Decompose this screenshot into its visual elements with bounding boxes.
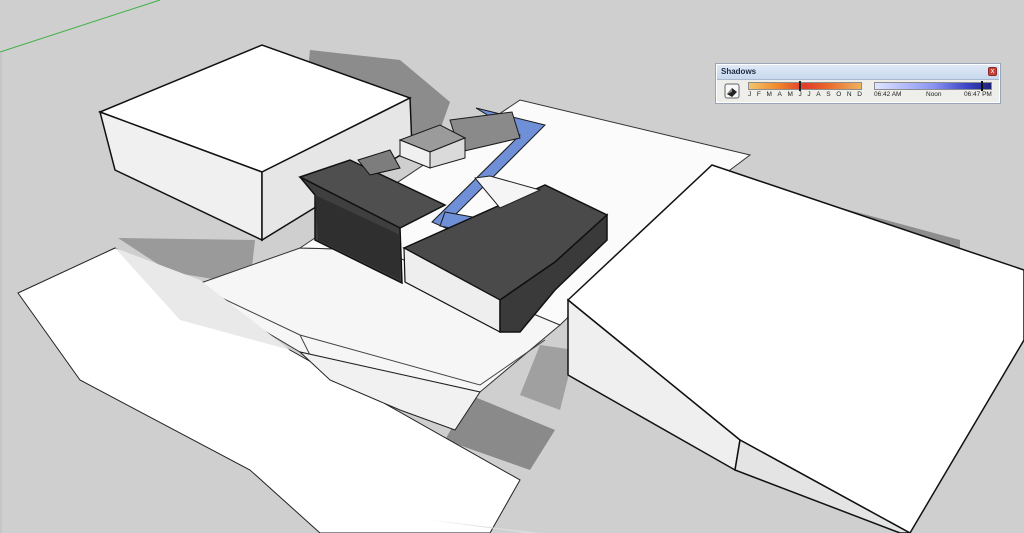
shadows-panel-titlebar[interactable]: Shadows x (717, 65, 999, 80)
month-label: S (826, 91, 831, 98)
shadow-small (520, 345, 575, 410)
month-slider-thumb[interactable] (799, 81, 801, 91)
month-labels: JFMAMJJASOND (748, 91, 862, 99)
noon-label: Noon (926, 91, 942, 98)
month-label: F (756, 91, 761, 98)
green-axis-line (0, 0, 161, 53)
sunset-time-label: 06:47 PM (964, 91, 992, 98)
shadows-panel[interactable]: Shadows x JFMAMJJASOND 06:42 AM Noon 06:… (715, 63, 1001, 104)
close-icon[interactable]: x (988, 67, 997, 76)
month-label: M (787, 91, 793, 98)
month-label: A (816, 91, 821, 98)
month-label: O (836, 91, 842, 98)
month-label: J (807, 91, 811, 98)
month-label: D (857, 91, 862, 98)
shadow-toggle-icon[interactable] (724, 83, 740, 99)
time-slider-thumb[interactable] (981, 81, 983, 91)
month-label: M (766, 91, 772, 98)
month-slider[interactable] (748, 81, 862, 91)
sunrise-time-label: 06:42 AM (874, 91, 902, 98)
month-label: J (748, 91, 752, 98)
month-label: J (798, 91, 802, 98)
month-label: A (777, 91, 782, 98)
time-slider[interactable] (874, 81, 992, 91)
shadow-toggle-glyph (724, 83, 740, 99)
shadows-panel-title: Shadows (721, 67, 757, 76)
month-label: N (846, 91, 852, 98)
